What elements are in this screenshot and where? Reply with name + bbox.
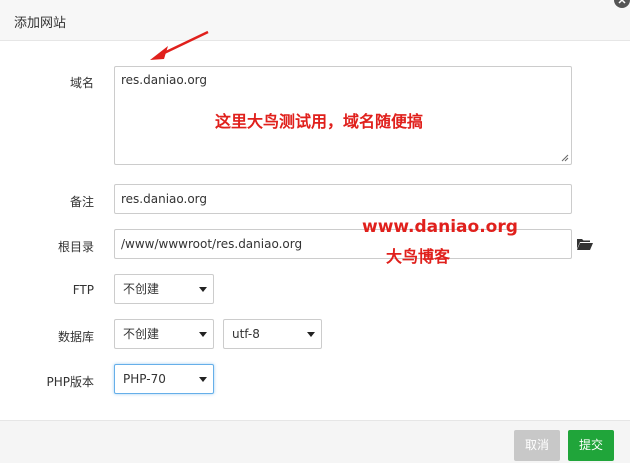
dialog-title: 添加网站: [14, 16, 67, 31]
add-website-dialog: 添加网站 域名 res.daniao.org 这里大鸟测试用，域名随便搞 备注 …: [0, 0, 630, 463]
annotation-note: 这里大鸟测试用，域名随便搞: [215, 112, 424, 131]
php-select[interactable]: PHP-70: [114, 364, 214, 394]
database-label: 数据库: [57, 330, 94, 344]
close-icon: [618, 0, 626, 4]
database-selected: 不创建: [123, 327, 160, 341]
ftp-selected: 不创建: [123, 282, 160, 296]
folder-icon[interactable]: [577, 238, 593, 250]
ftp-select[interactable]: 不创建: [114, 274, 214, 304]
php-selected: PHP-70: [123, 372, 166, 386]
charset-selected: utf-8: [232, 327, 260, 341]
resize-grip-icon[interactable]: [561, 154, 569, 162]
remark-label: 备注: [69, 195, 94, 209]
php-label: PHP版本: [46, 375, 95, 389]
domain-label: 域名: [69, 76, 94, 90]
charset-select[interactable]: utf-8: [223, 319, 322, 349]
annotation-site: www.daniao.org: [362, 217, 518, 237]
dialog-titlebar: 添加网站: [0, 0, 630, 41]
caret-down-icon: [307, 332, 315, 337]
caret-down-icon: [199, 287, 207, 292]
database-select[interactable]: 不创建: [114, 319, 214, 349]
domain-value: res.daniao.org: [121, 73, 208, 87]
arrow-annotation: [150, 30, 209, 60]
ftp-label: FTP: [72, 283, 94, 297]
annotation-blog: 大鸟博客: [386, 247, 451, 266]
remark-value: res.daniao.org: [121, 192, 208, 206]
root-label: 根目录: [57, 240, 94, 254]
cancel-button[interactable]: 取消: [514, 430, 560, 461]
caret-down-icon: [199, 332, 207, 337]
submit-button[interactable]: 提交: [568, 430, 614, 461]
caret-down-icon: [199, 377, 207, 382]
remark-input[interactable]: res.daniao.org: [114, 184, 572, 214]
root-value: /www/wwwroot/res.daniao.org: [121, 237, 303, 251]
dialog-footer: 取消 提交: [0, 420, 630, 463]
